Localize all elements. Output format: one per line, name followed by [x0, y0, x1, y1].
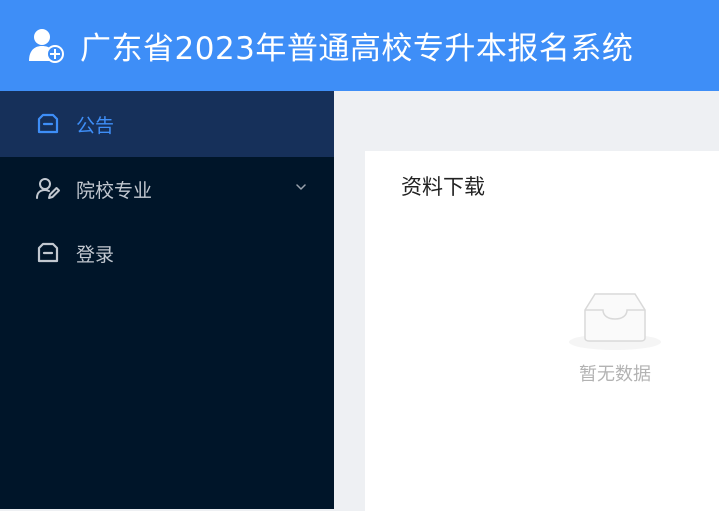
app-header: 广东省2023年普通高校专升本报名系统: [0, 0, 719, 91]
user-add-icon: [29, 28, 64, 63]
sidebar-item-label: 公告: [76, 114, 115, 137]
empty-text: 暂无数据: [579, 364, 651, 385]
sidebar-item-label: 院校专业: [76, 179, 153, 202]
app-title: 广东省2023年普通高校专升本报名系统: [80, 31, 634, 67]
sidebar-item-label: 登录: [76, 243, 115, 266]
sidebar-item-login[interactable]: 登录: [0, 221, 334, 285]
empty-state: 暂无数据: [565, 288, 665, 386]
card-title: 资料下载: [401, 175, 485, 199]
chevron-down-icon[interactable]: [296, 182, 306, 192]
empty-box-icon: [569, 293, 661, 350]
inbox-icon: [37, 113, 59, 134]
download-card: 资料下载 暂无数据: [365, 151, 719, 511]
sidebar-item-announcement[interactable]: 公告: [0, 91, 334, 157]
sidebar-item-schools-majors[interactable]: 院校专业: [0, 157, 334, 221]
main-content: 资料下载 暂无数据: [334, 91, 719, 511]
sidebar: 公告 院校专业 登录: [0, 91, 334, 509]
inbox-icon: [37, 242, 59, 263]
user-edit-icon: [36, 178, 60, 199]
